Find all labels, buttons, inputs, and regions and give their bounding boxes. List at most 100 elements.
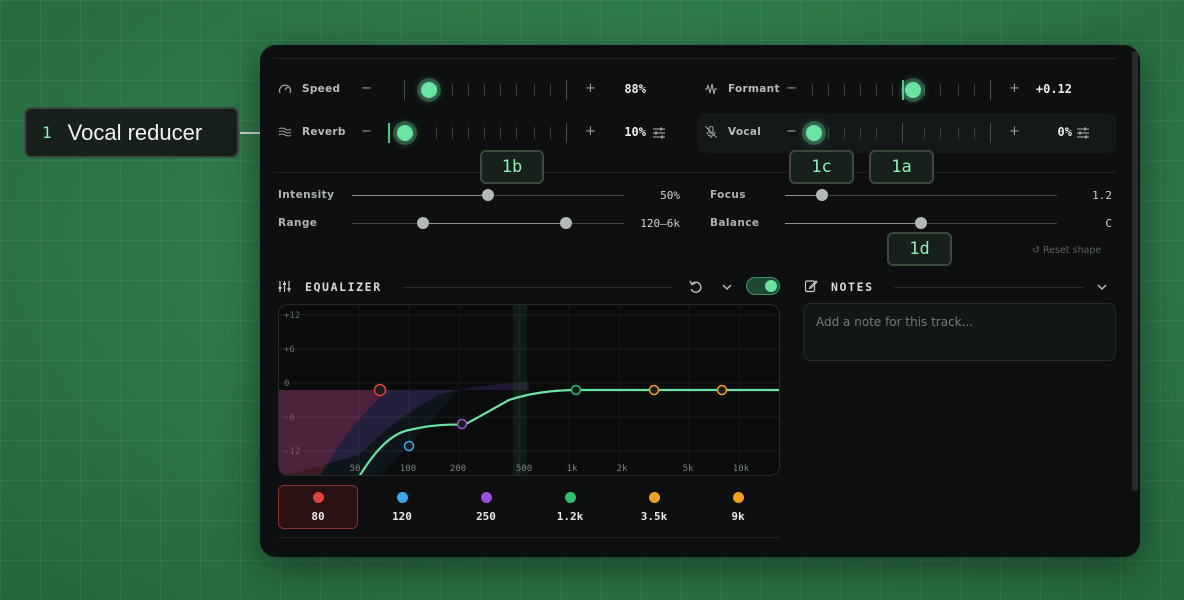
x-axis-label: 2k bbox=[617, 464, 628, 474]
eq-node-80 bbox=[373, 383, 387, 397]
intensity-knob[interactable] bbox=[482, 189, 494, 201]
formant-row: Formant bbox=[704, 74, 780, 104]
equalizer-graph[interactable]: +12+60-6-12501002005001k2k5k10k bbox=[278, 304, 780, 476]
band-frequency-label: 80 bbox=[311, 509, 325, 523]
reverb-increase-button[interactable]: + bbox=[585, 124, 596, 139]
band-tab-250[interactable]: 250 bbox=[446, 485, 526, 529]
intensity-value: 50% bbox=[660, 189, 680, 202]
intensity-label: Intensity bbox=[278, 189, 335, 201]
speedometer-icon bbox=[278, 84, 292, 94]
band-tab-1.2k[interactable]: 1.2k bbox=[530, 485, 610, 529]
bottom-divider bbox=[278, 537, 780, 538]
callout-1d: 1d bbox=[887, 232, 952, 266]
vocal-row: Vocal bbox=[704, 117, 761, 147]
band-color-dot bbox=[312, 491, 324, 503]
notes-placeholder: Add a note for this track... bbox=[816, 315, 974, 329]
callout-1a: 1a bbox=[869, 150, 934, 184]
note-edit-icon bbox=[804, 280, 818, 293]
formant-center-marker bbox=[902, 80, 904, 100]
equalizer-toggle[interactable] bbox=[746, 277, 780, 295]
range-value: 120–6k bbox=[640, 217, 680, 230]
vocal-label: Vocal bbox=[728, 126, 762, 138]
eq-node-1.2k bbox=[570, 384, 582, 396]
band-tab-80[interactable]: 80 bbox=[278, 485, 358, 529]
band-tab-120[interactable]: 120 bbox=[362, 485, 442, 529]
vocal-settings-icon[interactable] bbox=[1075, 126, 1091, 140]
vocal-slider-knob[interactable] bbox=[806, 125, 822, 141]
focus-label: Focus bbox=[710, 189, 746, 201]
band-color-dot bbox=[480, 491, 492, 503]
formant-value: +0.12 bbox=[1035, 82, 1072, 96]
chevron-down-icon[interactable] bbox=[720, 281, 734, 293]
reverb-decrease-button[interactable]: − bbox=[361, 124, 372, 139]
speed-label: Speed bbox=[302, 83, 341, 95]
waves-icon bbox=[278, 127, 292, 137]
x-axis-label: 50 bbox=[350, 464, 361, 474]
formant-decrease-button[interactable]: − bbox=[786, 81, 797, 96]
band-frequency-label: 250 bbox=[476, 509, 496, 523]
vocal-slider[interactable] bbox=[806, 123, 1002, 143]
reverb-slider-knob[interactable] bbox=[397, 125, 413, 141]
toggle-knob bbox=[765, 280, 777, 292]
speed-increase-button[interactable]: + bbox=[585, 81, 596, 96]
band-frequency-label: 9k bbox=[731, 509, 745, 523]
speed-row: Speed bbox=[278, 74, 340, 104]
reverb-row: Reverb bbox=[278, 117, 346, 147]
speed-slider[interactable] bbox=[388, 80, 578, 100]
balance-value: C bbox=[1105, 217, 1112, 230]
notes-header-rule bbox=[894, 287, 1084, 288]
mic-off-icon bbox=[705, 125, 717, 138]
band-color-dot bbox=[564, 491, 576, 503]
band-tab-3.5k[interactable]: 3.5k bbox=[614, 485, 694, 529]
y-axis-label: +6 bbox=[284, 345, 295, 355]
reset-shape-button[interactable]: ↺ Reset shape bbox=[1032, 245, 1101, 256]
x-axis-label: 5k bbox=[683, 464, 694, 474]
notes-chevron-down-icon[interactable] bbox=[1095, 281, 1109, 293]
vocal-increase-button[interactable]: + bbox=[1009, 124, 1020, 139]
callout-number: 1 bbox=[42, 123, 52, 142]
formant-slider[interactable] bbox=[812, 80, 1002, 100]
y-axis-label: 0 bbox=[284, 379, 289, 389]
x-axis-label: 10k bbox=[733, 464, 750, 474]
band-frequency-label: 1.2k bbox=[556, 509, 584, 523]
range-high-knob[interactable] bbox=[560, 217, 572, 229]
waveform-icon bbox=[705, 83, 717, 95]
equalizer-title: EQUALIZER bbox=[305, 280, 382, 294]
vocal-decrease-button[interactable]: − bbox=[786, 124, 797, 139]
band-color-dot bbox=[732, 491, 744, 503]
reset-icon: ↺ bbox=[1032, 245, 1043, 256]
speed-decrease-button[interactable]: − bbox=[361, 81, 372, 96]
formant-label: Formant bbox=[728, 83, 780, 95]
eq-node-120 bbox=[403, 440, 415, 452]
band-frequency-label: 3.5k bbox=[640, 509, 668, 523]
formant-increase-button[interactable]: + bbox=[1009, 81, 1020, 96]
x-axis-label: 100 bbox=[400, 464, 416, 474]
eq-node-250 bbox=[456, 418, 468, 430]
band-tabs: 80 120 250 1.2k 3.5k 9k bbox=[278, 485, 778, 529]
formant-slider-knob[interactable] bbox=[905, 82, 921, 98]
y-axis-label: +12 bbox=[284, 311, 300, 321]
reverb-label: Reverb bbox=[302, 126, 346, 138]
focus-value: 1.2 bbox=[1092, 189, 1112, 202]
callout-1b: 1b bbox=[480, 150, 544, 184]
balance-label: Balance bbox=[710, 217, 760, 229]
range-low-knob[interactable] bbox=[417, 217, 429, 229]
focus-knob[interactable] bbox=[816, 189, 828, 201]
band-frequency-label: 120 bbox=[392, 509, 412, 523]
balance-knob[interactable] bbox=[915, 217, 927, 229]
top-divider bbox=[274, 58, 1116, 59]
band-tab-9k[interactable]: 9k bbox=[698, 485, 778, 529]
reverb-slider[interactable] bbox=[388, 123, 578, 143]
eq-node-3.5k bbox=[648, 384, 660, 396]
reverb-settings-icon[interactable] bbox=[651, 126, 667, 140]
notes-input[interactable]: Add a note for this track... bbox=[803, 303, 1116, 361]
vocal-value: 0% bbox=[1057, 125, 1072, 139]
band-color-dot bbox=[396, 491, 408, 503]
undo-icon[interactable] bbox=[688, 279, 704, 295]
speed-slider-knob[interactable] bbox=[421, 82, 437, 98]
scrollbar[interactable] bbox=[1132, 51, 1138, 491]
callout-label: Vocal reducer bbox=[67, 119, 203, 145]
equalizer-header-rule bbox=[402, 287, 672, 288]
eq-curve-svg: +12+60-6-12501002005001k2k5k10k bbox=[279, 305, 779, 475]
reverb-value: 10% bbox=[624, 125, 646, 139]
